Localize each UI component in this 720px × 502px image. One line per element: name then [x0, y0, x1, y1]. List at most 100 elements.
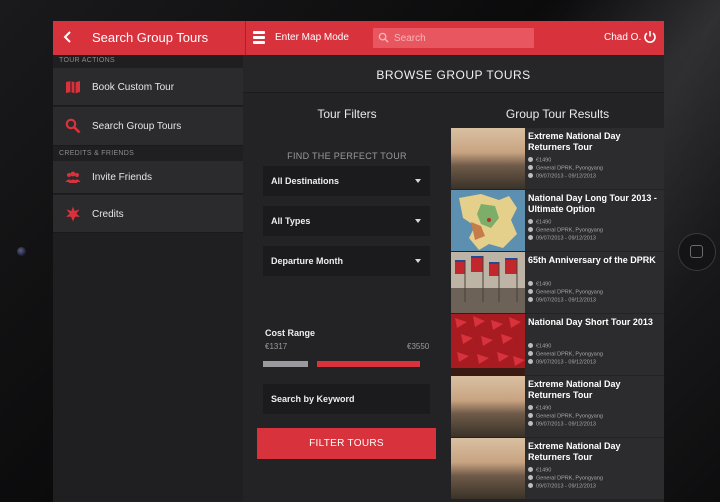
- sidebar: TOUR ACTIONS Book Custom Tour Search Gro…: [53, 55, 243, 502]
- slider-min-segment[interactable]: [263, 361, 308, 367]
- power-icon[interactable]: [643, 30, 657, 44]
- map-book-icon: [66, 81, 80, 94]
- map-mode-icon[interactable]: [253, 31, 265, 45]
- browse-title: BROWSE GROUP TOURS: [376, 68, 531, 82]
- chevron-down-icon: [415, 259, 421, 263]
- result-item[interactable]: 65th Anniversary of the DPRK €1490 Gener…: [451, 252, 664, 313]
- sidebar-item-label: Book Custom Tour: [92, 82, 175, 93]
- location-icon: [528, 475, 533, 480]
- location-icon: [528, 227, 533, 232]
- search-box[interactable]: [373, 28, 534, 48]
- star-icon: [66, 206, 80, 222]
- sidebar-item-book-custom-tour[interactable]: Book Custom Tour: [53, 68, 243, 106]
- divider: [245, 21, 246, 55]
- results-panel: Group Tour Results Extreme National Day …: [451, 94, 664, 502]
- tour-title: National Day Long Tour 2013 - Ultimate O…: [528, 193, 657, 214]
- tour-price: €1490: [528, 405, 662, 413]
- browse-header: BROWSE GROUP TOURS: [243, 55, 664, 93]
- location-icon: [528, 289, 533, 294]
- price-icon: [528, 405, 533, 410]
- tour-thumbnail: [451, 128, 525, 189]
- sidebar-item-label: Credits: [92, 209, 124, 220]
- location-icon: [528, 165, 533, 170]
- departure-month-select[interactable]: Departure Month: [263, 246, 430, 276]
- main-content: BROWSE GROUP TOURS Tour Filters FIND THE…: [243, 55, 664, 502]
- calendar-icon: [528, 235, 533, 240]
- tour-dates: 09/07/2013 - 09/12/2013: [528, 235, 662, 243]
- calendar-icon: [528, 483, 533, 488]
- tour-thumbnail: [451, 190, 525, 251]
- chevron-down-icon: [415, 219, 421, 223]
- tour-title: Extreme National Day Returners Tour: [528, 379, 621, 400]
- location-icon: [528, 351, 533, 356]
- price-icon: [528, 281, 533, 286]
- cost-range-slider[interactable]: [263, 361, 430, 367]
- tour-dates: 09/07/2013 - 09/12/2013: [528, 359, 662, 367]
- tour-location: General DPRK, Pyongyang: [528, 165, 662, 173]
- select-value: All Destinations: [271, 176, 340, 186]
- sidebar-item-invite-friends[interactable]: Invite Friends: [53, 161, 243, 194]
- calendar-icon: [528, 421, 533, 426]
- filter-tours-button[interactable]: FILTER TOURS: [257, 428, 436, 459]
- tour-price: €1490: [528, 219, 662, 227]
- filters-panel: Tour Filters FIND THE PERFECT TOUR All D…: [243, 94, 451, 502]
- people-icon: [65, 171, 81, 183]
- tour-thumbnail: [451, 314, 525, 375]
- tour-location: General DPRK, Pyongyang: [528, 227, 662, 235]
- tour-location: General DPRK, Pyongyang: [528, 289, 662, 297]
- tour-title: Extreme National Day Returners Tour: [528, 131, 621, 152]
- top-bar: Search Group Tours Enter Map Mode Chad O…: [53, 21, 664, 55]
- results-title: Group Tour Results: [505, 107, 610, 121]
- tour-dates: 09/07/2013 - 09/12/2013: [528, 297, 662, 305]
- keyword-field[interactable]: [263, 384, 430, 414]
- price-icon: [528, 343, 533, 348]
- type-select[interactable]: All Types: [263, 206, 430, 236]
- price-icon: [528, 219, 533, 224]
- tour-title: 65th Anniversary of the DPRK: [528, 255, 656, 265]
- tour-price: €1490: [528, 157, 662, 165]
- result-item[interactable]: National Day Short Tour 2013 €1490 Gener…: [451, 314, 664, 375]
- back-arrow-icon[interactable]: [63, 30, 77, 46]
- section-label-tour-actions: TOUR ACTIONS: [59, 57, 115, 64]
- result-item[interactable]: National Day Long Tour 2013 - Ultimate O…: [451, 190, 664, 251]
- keyword-input[interactable]: [271, 392, 421, 406]
- location-icon: [528, 413, 533, 418]
- sidebar-item-credits[interactable]: Credits: [53, 195, 243, 233]
- tour-thumbnail: [451, 438, 525, 499]
- tour-dates: 09/07/2013 - 09/12/2013: [528, 483, 662, 491]
- tour-price: €1490: [528, 281, 662, 289]
- calendar-icon: [528, 297, 533, 302]
- tour-location: General DPRK, Pyongyang: [528, 351, 662, 359]
- tour-thumbnail: [451, 252, 525, 313]
- destination-select[interactable]: All Destinations: [263, 166, 430, 196]
- calendar-icon: [528, 359, 533, 364]
- tour-title: National Day Short Tour 2013: [528, 317, 653, 327]
- tour-thumbnail: [451, 376, 525, 437]
- cost-max-value: €3550: [407, 342, 430, 351]
- cost-min-value: €1317: [265, 342, 288, 351]
- tour-title: Extreme National Day Returners Tour: [528, 441, 621, 462]
- user-name[interactable]: Chad O.: [604, 32, 641, 43]
- search-input[interactable]: [394, 30, 530, 46]
- tour-dates: 09/07/2013 - 09/12/2013: [528, 421, 662, 429]
- result-item[interactable]: Extreme National Day Returners Tour €149…: [451, 128, 664, 189]
- map-mode-button[interactable]: Enter Map Mode: [275, 32, 349, 43]
- calendar-icon: [528, 173, 533, 178]
- cost-range-label: Cost Range: [265, 328, 316, 338]
- home-button-icon: [690, 245, 703, 258]
- sidebar-item-search-group-tours[interactable]: Search Group Tours: [53, 107, 243, 146]
- sidebar-item-label: Search Group Tours: [92, 121, 182, 132]
- app-screen: Search Group Tours Enter Map Mode Chad O…: [53, 21, 664, 502]
- find-tour-label: FIND THE PERFECT TOUR: [287, 151, 407, 161]
- tour-price: €1490: [528, 467, 662, 475]
- tour-price: €1490: [528, 343, 662, 351]
- front-camera: [17, 247, 26, 256]
- filters-title: Tour Filters: [317, 107, 377, 121]
- result-item[interactable]: Extreme National Day Returners Tour €149…: [451, 376, 664, 437]
- sidebar-item-label: Invite Friends: [92, 172, 153, 183]
- select-value: All Types: [271, 216, 311, 226]
- chevron-down-icon: [415, 179, 421, 183]
- price-icon: [528, 157, 533, 162]
- slider-max-segment[interactable]: [317, 361, 420, 367]
- result-item[interactable]: Extreme National Day Returners Tour €149…: [451, 438, 664, 499]
